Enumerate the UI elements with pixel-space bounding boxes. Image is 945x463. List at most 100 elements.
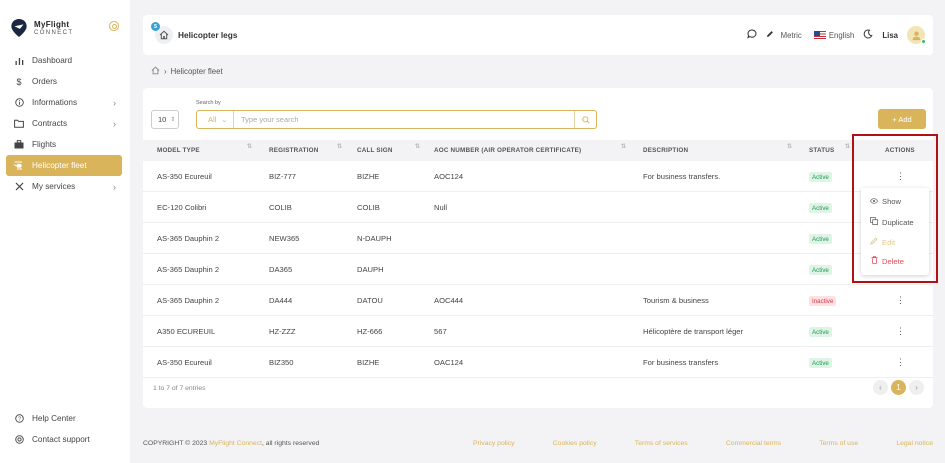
footer-link-legal-notice[interactable]: Legal notice bbox=[896, 440, 933, 447]
copyright-text: COPYRIGHT © 2023 bbox=[143, 440, 210, 447]
column-header-model-type[interactable]: MODEL TYPE bbox=[157, 147, 200, 154]
language-selector[interactable]: English bbox=[813, 30, 855, 40]
column-header-status[interactable]: STATUS bbox=[809, 147, 834, 154]
sidebar-item-contact-support[interactable]: Contact support bbox=[6, 429, 122, 450]
sidebar-item-label: Helicopter fleet bbox=[32, 161, 87, 170]
search-filter-value: All bbox=[208, 115, 217, 124]
more-actions-icon[interactable]: ⋮ bbox=[896, 325, 905, 337]
sidebar-item-my-services[interactable]: My services › bbox=[6, 176, 122, 197]
search-filter-select[interactable]: All ⌄ bbox=[197, 111, 234, 128]
sidebar-item-label: Contracts bbox=[32, 119, 68, 128]
chat-icon[interactable] bbox=[746, 29, 757, 41]
next-page-button[interactable]: › bbox=[909, 380, 924, 395]
top-bar-actions: Metric English Lisa bbox=[738, 25, 926, 45]
sidebar-item-flights[interactable]: Flights bbox=[6, 134, 122, 155]
entries-count: 1 to 7 of 7 entries bbox=[153, 385, 206, 392]
chevron-updown-icon: ⇕ bbox=[170, 117, 176, 123]
moon-icon[interactable] bbox=[863, 29, 873, 41]
user-name[interactable]: Lisa bbox=[882, 31, 898, 40]
footer-brand-link[interactable]: MyFlight Connect bbox=[209, 440, 262, 447]
column-header-call-sign[interactable]: CALL SIGN bbox=[357, 147, 393, 154]
page-size-select[interactable]: 10 ⇕ bbox=[151, 110, 179, 129]
column-header-registration[interactable]: REGISTRATION bbox=[269, 147, 319, 154]
search-icon[interactable] bbox=[574, 111, 596, 128]
sidebar-nav: Dashboard $ Orders Informations › Contra… bbox=[6, 50, 122, 197]
brand-subtitle: CONNECT bbox=[34, 29, 74, 36]
collapse-sidebar-icon[interactable] bbox=[109, 21, 119, 31]
sidebar-item-dashboard[interactable]: Dashboard bbox=[6, 50, 122, 71]
column-header-description[interactable]: DESCRIPTION bbox=[643, 147, 688, 154]
page-number-button[interactable]: 1 bbox=[891, 380, 906, 395]
prev-page-button[interactable]: ‹ bbox=[873, 380, 888, 395]
svg-text:?: ? bbox=[18, 417, 21, 423]
page-size-value: 10 bbox=[158, 115, 167, 124]
sort-icon[interactable]: ⇅ bbox=[415, 144, 420, 150]
cell-aoc-number: 567 bbox=[434, 327, 447, 336]
highlight-box bbox=[852, 134, 938, 283]
sort-icon[interactable]: ⇅ bbox=[247, 144, 252, 150]
pagination: ‹ 1 › bbox=[870, 380, 924, 395]
top-bar: 5 Helicopter legs Metric English Lisa bbox=[143, 15, 933, 55]
sort-icon[interactable]: ⇅ bbox=[845, 144, 850, 150]
table-row: AS-350 Ecureuil BIZ350 BIZHE OAC124 For … bbox=[143, 347, 933, 378]
cell-registration: DA365 bbox=[269, 265, 293, 274]
search-input[interactable]: Type your search bbox=[234, 115, 574, 124]
avatar[interactable] bbox=[907, 26, 926, 44]
more-actions-icon[interactable]: ⋮ bbox=[896, 356, 905, 368]
home-icon[interactable] bbox=[151, 66, 160, 77]
table-row: AS-365 Dauphin 2 DA444 DATOU AOC444 Tour… bbox=[143, 285, 933, 316]
sidebar-item-orders[interactable]: $ Orders bbox=[6, 71, 122, 92]
footer-links: Privacy policy Cookies policy Terms of s… bbox=[473, 440, 933, 447]
footer: COPYRIGHT © 2023 MyFlight Connect, all r… bbox=[143, 440, 933, 447]
sidebar-item-label: My services bbox=[32, 182, 76, 191]
metric-label: Metric bbox=[780, 30, 802, 40]
sort-icon[interactable]: ⇅ bbox=[337, 144, 342, 150]
status-badge: Inactive bbox=[809, 296, 837, 306]
language-label: English bbox=[828, 30, 855, 40]
cell-registration: COLIB bbox=[269, 203, 292, 212]
sidebar-item-label: Help Center bbox=[32, 414, 76, 423]
table-header: MODEL TYPE ⇅ REGISTRATION ⇅ CALL SIGN ⇅ … bbox=[143, 140, 933, 161]
sidebar-item-help-center[interactable]: ? Help Center bbox=[6, 408, 122, 429]
cell-description: For business transfers bbox=[643, 358, 719, 367]
footer-link-privacy[interactable]: Privacy policy bbox=[473, 440, 515, 447]
footer-link-terms-of-services[interactable]: Terms of services bbox=[635, 440, 688, 447]
cell-registration: BIZ350 bbox=[269, 358, 294, 367]
cell-registration: NEW365 bbox=[269, 234, 300, 243]
info-icon bbox=[14, 98, 24, 108]
status-badge: Active bbox=[809, 327, 832, 337]
sidebar-item-informations[interactable]: Informations › bbox=[6, 92, 122, 113]
sidebar-item-contracts[interactable]: Contracts › bbox=[6, 113, 122, 134]
cell-aoc-number: Null bbox=[434, 203, 448, 212]
app-root: MyFlight CONNECT Dashboard $ Orders Info… bbox=[0, 0, 945, 463]
cell-model-type: AS-350 Ecureuil bbox=[157, 172, 212, 181]
cell-model-type: AS-365 Dauphin 2 bbox=[157, 296, 220, 305]
status-badge: Active bbox=[809, 265, 832, 275]
sidebar-item-label: Dashboard bbox=[32, 56, 73, 65]
us-flag-icon bbox=[813, 31, 826, 39]
cell-model-type: A350 ECUREUIL bbox=[157, 327, 216, 336]
page-title: Helicopter legs bbox=[178, 30, 238, 40]
sort-icon[interactable]: ⇅ bbox=[787, 144, 792, 150]
cell-call-sign: BIZHE bbox=[357, 172, 380, 181]
footer-link-commercial-terms[interactable]: Commercial terms bbox=[726, 440, 781, 447]
footer-link-cookies[interactable]: Cookies policy bbox=[553, 440, 597, 447]
sort-icon[interactable]: ⇅ bbox=[621, 144, 626, 150]
fleet-card: 10 ⇕ Search by All ⌄ Type your search + … bbox=[143, 88, 933, 408]
sidebar-item-helicopter-fleet[interactable]: Helicopter fleet bbox=[6, 155, 122, 176]
brand-logo[interactable]: MyFlight CONNECT bbox=[10, 18, 73, 38]
cell-registration: BIZ-777 bbox=[269, 172, 297, 181]
pencil-icon bbox=[766, 30, 774, 40]
footer-link-terms-of-use[interactable]: Terms of use bbox=[819, 440, 858, 447]
column-header-aoc-number[interactable]: AOC NUMBER (AIR OPERATOR CERTIFICATE) bbox=[434, 147, 581, 154]
cell-registration: DA444 bbox=[269, 296, 293, 305]
add-helicopter-button[interactable]: + Add bbox=[878, 109, 926, 129]
table-row: A350 ECUREUIL HZ-ZZZ HZ-666 567 Hélicopt… bbox=[143, 316, 933, 347]
metric-toggle[interactable]: Metric bbox=[766, 30, 802, 40]
cell-aoc-number: AOC444 bbox=[434, 296, 464, 305]
more-actions-icon[interactable]: ⋮ bbox=[896, 294, 905, 306]
sidebar-item-label: Informations bbox=[32, 98, 78, 107]
cell-call-sign: COLIB bbox=[357, 203, 380, 212]
online-status-dot bbox=[921, 39, 926, 44]
cell-aoc-number: AOC124 bbox=[434, 172, 464, 181]
